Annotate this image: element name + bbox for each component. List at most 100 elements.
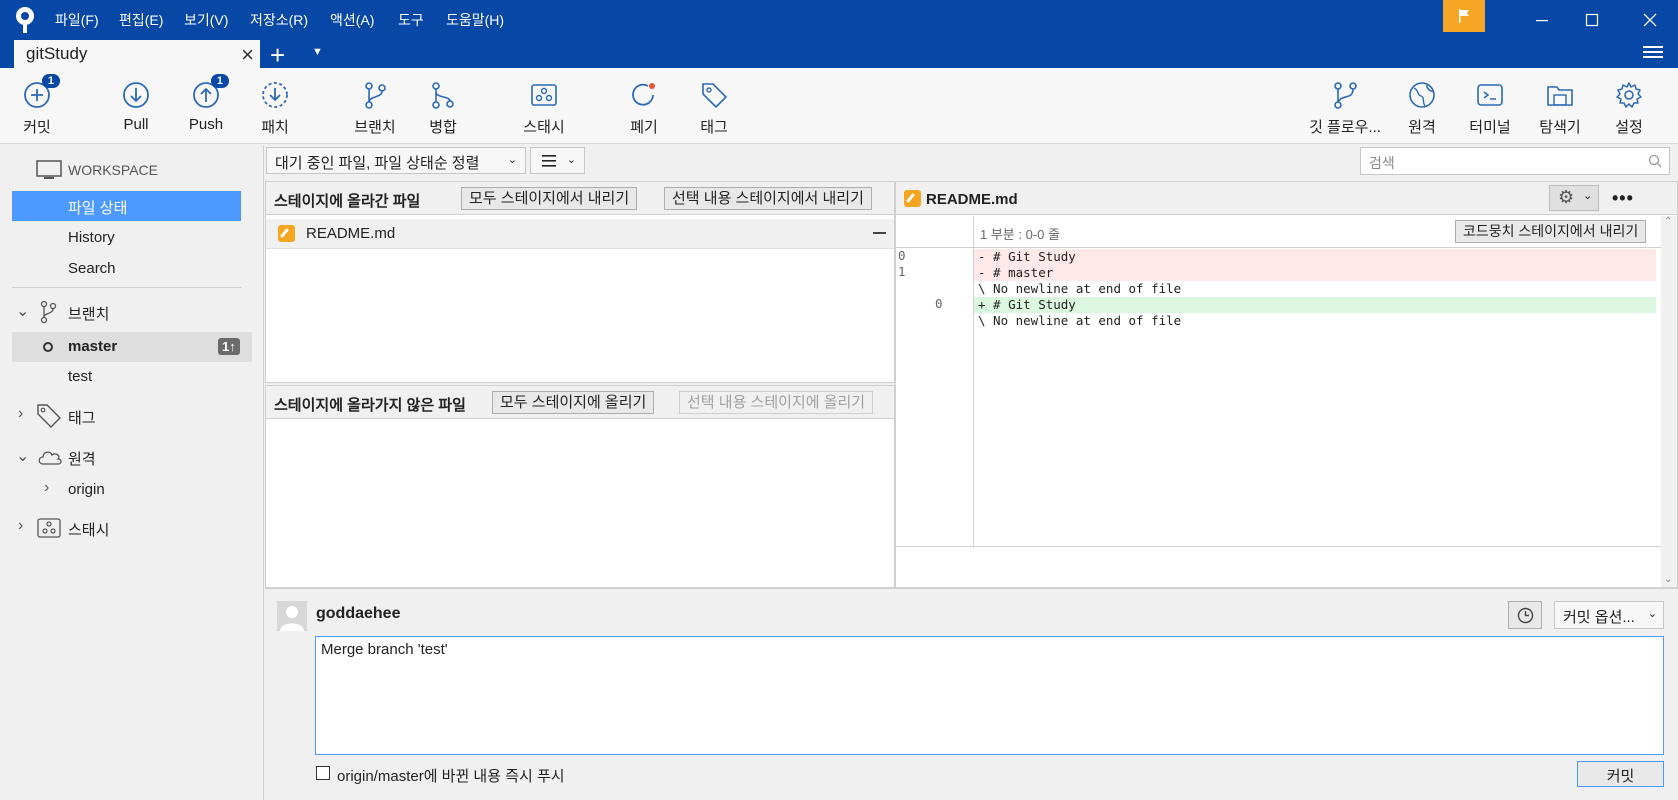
terminal-label: 터미널 <box>1469 119 1511 136</box>
file-name: README.md <box>306 225 396 242</box>
unstage-file-icon[interactable] <box>873 232 886 234</box>
sidebar-section-stashes[interactable]: › 스태시 <box>0 513 264 543</box>
unstage-selected-button[interactable]: 선택 내용 스테이지에서 내리기 <box>664 187 872 210</box>
more-options-icon[interactable]: ••• <box>1612 188 1634 209</box>
branch-icon <box>40 300 57 324</box>
list-item[interactable]: README.md <box>266 219 894 249</box>
staged-files-panel: 스테이지에 올라간 파일 모두 스테이지에서 내리기 선택 내용 스테이지에서 … <box>265 181 895 383</box>
settings-button[interactable]: 설정 <box>1589 80 1669 137</box>
diff-line-context[interactable]: \ No newline at end of file <box>974 313 1656 329</box>
flag-icon[interactable] <box>1443 0 1485 32</box>
sourcetree-logo-icon <box>16 7 34 33</box>
menu-tools[interactable]: 도구 <box>398 10 424 30</box>
sidebar-item-master[interactable]: master 1↑ <box>12 332 252 362</box>
unstage-hunk-button[interactable]: 코드뭉치 스테이지에서 내리기 <box>1455 220 1647 243</box>
unstaged-header: 스테이지에 올라가지 않은 파일 모두 스테이지에 올리기 선택 내용 스테이지… <box>266 386 894 419</box>
chevron-right-icon[interactable]: › <box>18 517 23 535</box>
diff-line-removed[interactable]: - # master <box>974 265 1656 281</box>
commit-submit-button[interactable]: 커밋 <box>1577 761 1664 787</box>
history-button[interactable] <box>1508 601 1542 629</box>
tab-gitstudy[interactable]: gitStudy × <box>14 40 260 69</box>
list-icon <box>542 155 556 167</box>
commit-message-input[interactable]: Merge branch 'test' <box>315 636 1664 755</box>
terminal-button[interactable]: 터미널 <box>1450 80 1530 137</box>
stage-selected-button: 선택 내용 스테이지에 올리기 <box>679 391 874 414</box>
gitflow-icon <box>1330 80 1360 110</box>
stash-button[interactable]: 스태시 <box>504 80 584 137</box>
current-branch-icon <box>43 342 53 352</box>
old-line-number: 0 <box>898 248 906 263</box>
tag-button[interactable]: 태그 <box>674 80 754 137</box>
chevron-right-icon[interactable]: › <box>18 405 23 423</box>
sidebar-section-remotes[interactable]: ⌄ 원격 <box>0 442 264 472</box>
chevron-right-icon[interactable]: › <box>44 479 49 497</box>
hamburger-menu-icon[interactable] <box>1643 44 1663 63</box>
close-tab-icon[interactable]: × <box>241 42 254 68</box>
chevron-down-icon: ⌄ <box>507 154 517 166</box>
new-tab-icon[interactable]: + <box>270 40 285 71</box>
sidebar-section-tags[interactable]: › 태그 <box>0 401 264 431</box>
sidebar-item-history[interactable]: History <box>0 223 264 253</box>
menu-view[interactable]: 보기(V) <box>184 10 228 30</box>
commit-options-dropdown[interactable]: 커밋 옵션... ⌄ <box>1554 601 1664 629</box>
chevron-down-icon[interactable]: ⌄ <box>16 301 29 321</box>
chevron-down-icon: ⌄ <box>1647 608 1657 620</box>
sidebar-item-test[interactable]: test <box>0 362 264 392</box>
new-line-number: 0 <box>935 296 943 311</box>
view-mode-dropdown[interactable]: ⌄ <box>530 147 585 174</box>
sort-dropdown[interactable]: 대기 중인 파일, 파일 상태순 정렬 ⌄ <box>266 147 526 174</box>
tag-icon <box>699 80 729 110</box>
stash-label: 스태시 <box>523 119 565 136</box>
push-button[interactable]: 1 Push <box>166 74 246 133</box>
search-icon <box>1648 154 1662 168</box>
discard-button[interactable]: 폐기 <box>604 80 684 137</box>
stash-icon <box>37 518 61 538</box>
menu-help[interactable]: 도움말(H) <box>446 10 504 30</box>
push-immediately-label: origin/master에 바뀐 내용 즉시 푸시 <box>337 768 565 785</box>
ahead-badge: 1↑ <box>218 338 240 355</box>
diff-line-removed[interactable]: - # Git Study <box>974 249 1656 265</box>
stage-all-button[interactable]: 모두 스테이지에 올리기 <box>492 391 655 414</box>
staged-title: 스테이지에 올라간 파일 <box>274 193 421 210</box>
clock-icon <box>1517 607 1534 624</box>
sidebar-section-branches[interactable]: ⌄ 브랜치 <box>0 297 264 327</box>
menu-repository[interactable]: 저장소(R) <box>250 10 308 30</box>
gear-icon <box>1614 80 1644 110</box>
pull-button[interactable]: Pull <box>96 80 176 133</box>
commit-options-label: 커밋 옵션... <box>1563 609 1635 626</box>
unstaged-files-panel: 스테이지에 올라가지 않은 파일 모두 스테이지에 올리기 선택 내용 스테이지… <box>265 385 895 588</box>
unstage-all-button[interactable]: 모두 스테이지에서 내리기 <box>461 187 638 210</box>
sidebar-item-search[interactable]: Search <box>0 254 264 284</box>
pull-label: Pull <box>123 116 149 133</box>
tab-list-chevron-icon[interactable]: ▼ <box>312 46 323 58</box>
minimize-icon[interactable] <box>1514 0 1570 40</box>
scroll-up-icon[interactable]: ⌃ <box>1664 216 1672 227</box>
chevron-down-icon[interactable]: ⌄ <box>16 446 29 466</box>
menu-actions[interactable]: 액션(A) <box>330 10 374 30</box>
merge-button[interactable]: 병합 <box>403 80 483 137</box>
commit-button[interactable]: 1 커밋 <box>0 74 77 137</box>
diff-scrollbar[interactable]: ⌃ ⌄ <box>1661 216 1677 587</box>
scroll-down-icon[interactable]: ⌄ <box>1664 574 1672 585</box>
diff-line-context[interactable]: \ No newline at end of file <box>974 281 1656 297</box>
diff-line-added[interactable]: + # Git Study <box>974 297 1656 313</box>
push-icon: 1 <box>191 74 229 110</box>
sidebar-item-origin[interactable]: › origin <box>0 475 264 505</box>
gitflow-button[interactable]: 깃 플로우... <box>1304 80 1386 137</box>
menu-edit[interactable]: 편집(E) <box>119 10 163 30</box>
settings-label: 설정 <box>1615 119 1643 136</box>
patch-button[interactable]: 패치 <box>235 80 315 137</box>
pull-icon <box>121 80 151 110</box>
close-window-icon[interactable] <box>1622 0 1678 40</box>
sidebar-item-file-status[interactable]: 파일 상태 <box>12 191 241 221</box>
maximize-icon[interactable] <box>1564 0 1620 40</box>
menu-file[interactable]: 파일(F) <box>55 10 99 30</box>
explorer-button[interactable]: 탐색기 <box>1520 80 1600 137</box>
monitor-icon <box>36 160 62 179</box>
search-input[interactable]: 검색 <box>1360 147 1670 175</box>
user-icon <box>280 606 304 631</box>
push-immediately-checkbox[interactable] <box>316 766 330 780</box>
terminal-icon <box>1475 80 1505 110</box>
avatar <box>277 601 307 631</box>
diff-settings-button[interactable]: ⚙ ⌄ <box>1549 185 1599 211</box>
